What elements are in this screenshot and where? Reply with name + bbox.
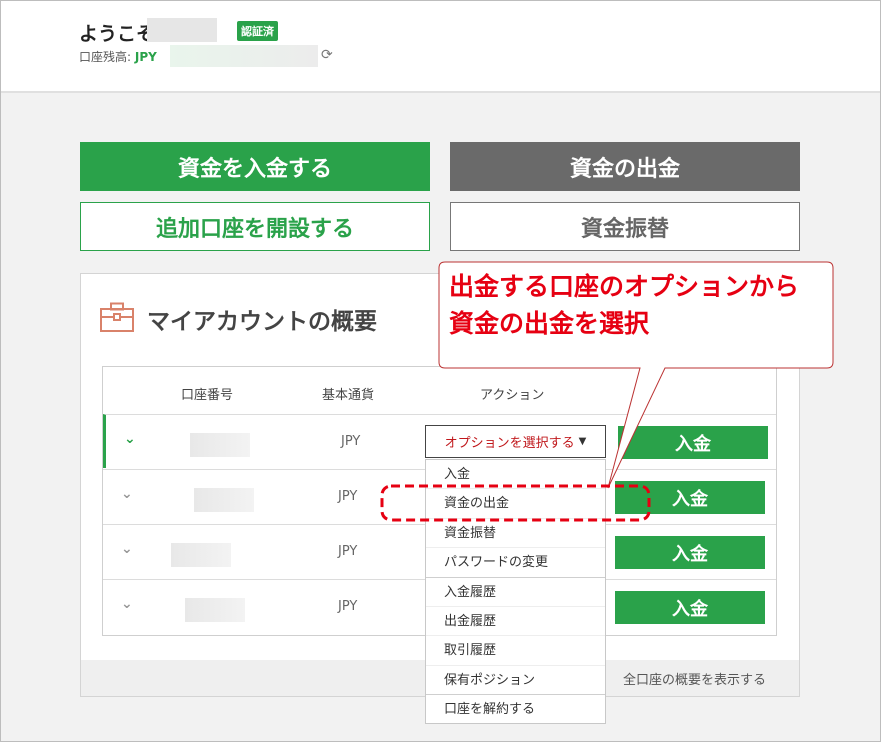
callout-line-2: 資金の出金を選択 bbox=[449, 309, 650, 338]
callout-text: 出金する口座のオプションから 資金の出金を選択 bbox=[449, 268, 799, 342]
callout-line-1: 出金する口座のオプションから bbox=[449, 272, 800, 301]
callout-annotation bbox=[380, 261, 834, 522]
